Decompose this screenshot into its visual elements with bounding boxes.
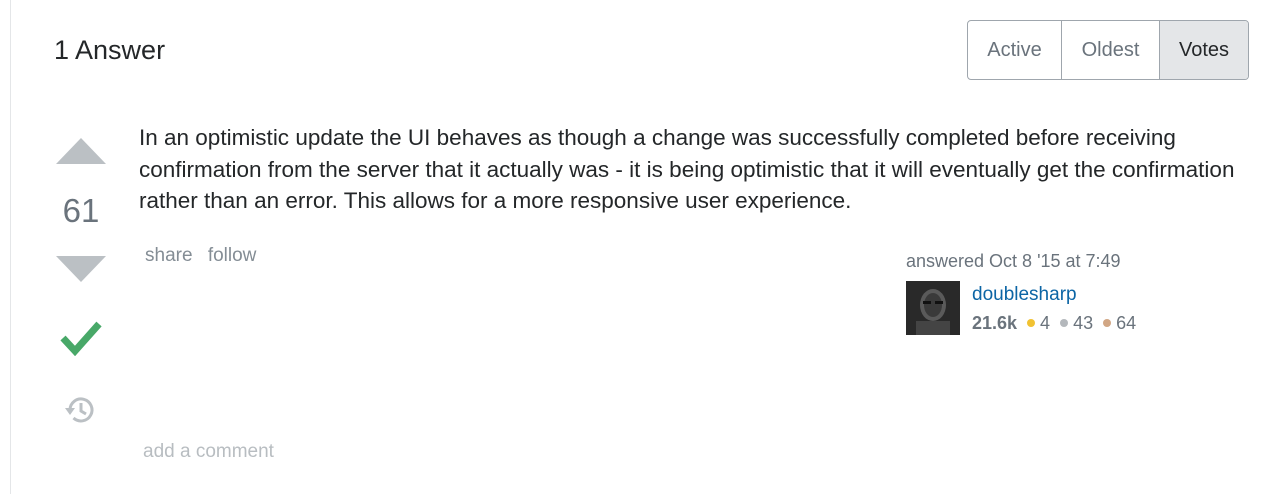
avatar-image xyxy=(906,281,960,335)
share-link[interactable]: share xyxy=(145,245,193,266)
bronze-badge-icon xyxy=(1103,319,1112,327)
downvote-arrow-icon[interactable] xyxy=(54,254,108,284)
history-icon[interactable] xyxy=(64,394,98,426)
sort-tabs: Active Oldest Votes xyxy=(967,20,1249,80)
tab-active[interactable]: Active xyxy=(968,21,1061,79)
tab-oldest[interactable]: Oldest xyxy=(1061,21,1159,79)
gold-badge: 4 xyxy=(1027,309,1050,337)
user-row: doublesharp 21.6k 4 43 64 xyxy=(906,281,1206,337)
reputation-score: 21.6k xyxy=(972,313,1018,333)
accepted-check-icon xyxy=(60,321,102,356)
tab-votes[interactable]: Votes xyxy=(1159,21,1248,79)
user-name-link[interactable]: doublesharp xyxy=(972,281,1146,309)
post-menu: share follow xyxy=(145,245,266,267)
answered-timestamp[interactable]: answered Oct 8 '15 at 7:49 xyxy=(906,249,1206,273)
bronze-badge: 64 xyxy=(1103,309,1136,337)
user-stats: 21.6k 4 43 64 xyxy=(972,309,1146,337)
user-card: answered Oct 8 '15 at 7:49 doublesharp 2… xyxy=(906,249,1206,337)
left-border xyxy=(10,0,11,494)
gold-badge-icon xyxy=(1027,319,1036,327)
add-comment-link[interactable]: add a comment xyxy=(143,441,274,463)
silver-badge-icon xyxy=(1060,319,1069,327)
bronze-badge-count: 64 xyxy=(1116,313,1137,333)
avatar[interactable] xyxy=(906,281,960,335)
silver-badge: 43 xyxy=(1060,309,1093,337)
answer-body: In an optimistic update the UI behaves a… xyxy=(139,125,1235,213)
answers-count-title: 1 Answer xyxy=(54,35,166,65)
upvote-arrow-icon[interactable] xyxy=(54,136,108,166)
silver-badge-count: 43 xyxy=(1073,313,1094,333)
vote-count: 61 xyxy=(62,192,100,229)
user-details: doublesharp 21.6k 4 43 64 xyxy=(972,281,1146,337)
gold-badge-count: 4 xyxy=(1040,313,1051,333)
follow-link[interactable]: follow xyxy=(208,245,257,266)
